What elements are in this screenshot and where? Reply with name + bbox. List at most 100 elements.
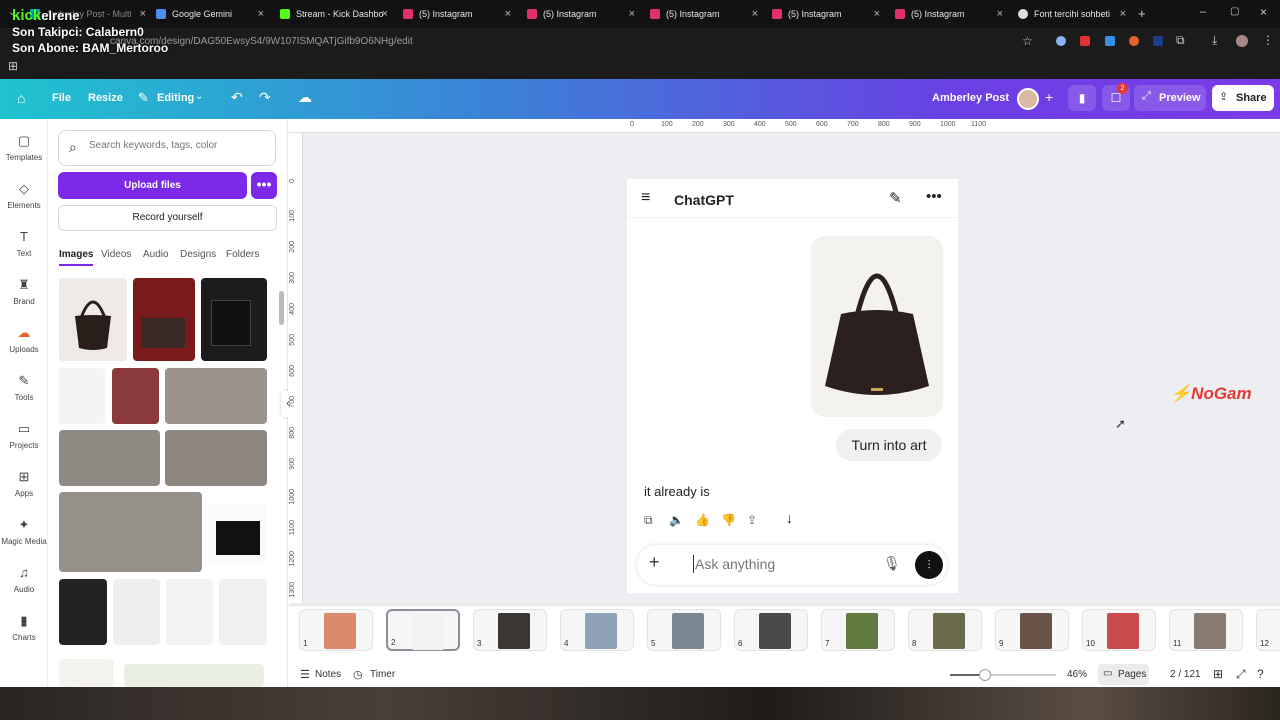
browser-tab-instagram[interactable]: (5) Instagram × [895,4,1003,24]
image-thumbnail[interactable] [165,430,267,486]
chevron-down-icon[interactable]: ⌄ [195,91,203,102]
browser-tab-gemini[interactable]: Google Gemini × [156,4,264,24]
page-thumbnail[interactable]: 9 [995,609,1069,651]
avatar[interactable] [1017,88,1039,110]
image-thumbnail[interactable] [112,368,159,424]
close-tab-icon[interactable]: × [752,8,758,20]
redo-icon[interactable]: ↷ [259,89,271,106]
extension-icon[interactable] [1080,36,1090,46]
zoom-slider[interactable] [950,669,1056,681]
tab-videos[interactable]: Videos [101,249,131,260]
close-window-icon[interactable]: × [1260,5,1267,19]
sidebar-item-magic-media[interactable]: ✦ Magic Media [0,517,48,546]
browser-tab-instagram[interactable]: (5) Instagram × [772,4,880,24]
notes-button[interactable]: Notes [315,669,341,680]
page-thumbnail[interactable]: 3 [473,609,547,651]
image-thumbnail[interactable] [133,278,195,361]
image-thumbnail[interactable] [208,503,267,563]
zoom-slider-handle[interactable] [978,669,991,681]
preview-button[interactable]: ⤢ Preview [1134,85,1206,111]
image-thumbnail[interactable] [219,579,267,645]
maximize-icon[interactable]: ▢ [1230,6,1239,17]
sidebar-item-tools[interactable]: ✎ Tools [0,373,48,402]
sidebar-item-text[interactable]: T Text [0,229,48,258]
page-thumbnail[interactable]: 2 [386,609,460,651]
new-tab-icon[interactable]: + [1138,6,1146,21]
help-icon[interactable]: ? [1257,667,1264,681]
sidebar-item-brand[interactable]: ♜ Brand [0,277,48,306]
browser-tab-kick[interactable]: Stream - Kick Dashbo × [280,4,388,24]
image-thumbnail[interactable] [113,579,160,645]
sidebar-item-uploads[interactable]: ☁ Uploads [0,325,48,354]
pages-button[interactable]: ▭ Pages [1098,664,1149,685]
page-thumbnail[interactable]: 11 [1169,609,1243,651]
tab-audio[interactable]: Audio [143,249,169,260]
browser-tab-instagram[interactable]: (5) Instagram × [650,4,758,24]
page-thumbnail[interactable]: 12 [1256,609,1280,651]
close-tab-icon[interactable]: × [382,8,388,20]
sidebar-item-elements[interactable]: ◇ Elements [0,181,48,210]
close-tab-icon[interactable]: × [258,8,264,20]
search-input[interactable] [89,140,259,151]
panel-scrollbar[interactable] [279,291,284,325]
close-tab-icon[interactable]: × [505,8,511,20]
timer-button[interactable]: Timer [370,669,395,680]
avatar[interactable] [1236,35,1248,47]
extension-icon[interactable] [1056,36,1066,46]
image-thumbnail[interactable] [59,492,202,572]
page-thumbnail[interactable]: 10 [1082,609,1156,651]
notes-icon[interactable]: ☰ [300,668,310,681]
apps-grid-icon[interactable]: ⊞ [8,59,18,73]
image-thumbnail[interactable] [124,664,264,687]
zoom-level[interactable]: 46% [1067,669,1087,680]
cloud-save-icon[interactable]: ☁ [298,89,312,106]
home-icon[interactable]: ⌂ [17,90,25,106]
star-icon[interactable]: ☆ [1022,34,1033,48]
undo-icon[interactable]: ↶ [231,89,243,106]
image-thumbnail[interactable] [59,579,107,645]
menu-icon[interactable]: ⋮ [1262,33,1274,47]
sidebar-item-charts[interactable]: ▮ Charts [0,613,48,642]
share-button[interactable]: ⇪ Share [1212,85,1274,111]
sidebar-item-audio[interactable]: ♫ Audio [0,565,48,594]
image-thumbnail[interactable] [201,278,267,361]
page-thumbnail[interactable]: 1 [299,609,373,651]
design-title[interactable]: Amberley Post [932,92,1009,104]
image-thumbnail[interactable] [59,368,105,424]
sidebar-item-projects[interactable]: ▭ Projects [0,421,48,450]
close-tab-icon[interactable]: × [1120,8,1126,20]
image-thumbnail[interactable] [59,659,114,687]
image-thumbnail[interactable] [165,368,267,424]
page-count[interactable]: 2 / 121 [1170,669,1201,680]
tab-images[interactable]: Images [59,249,94,266]
grid-view-icon[interactable]: ⊞ [1213,667,1223,681]
record-yourself-button[interactable]: Record yourself [58,205,277,231]
image-thumbnail[interactable] [59,278,127,361]
page-thumbnail[interactable]: 8 [908,609,982,651]
page-thumbnail[interactable]: 6 [734,609,808,651]
sidebar-item-templates[interactable]: ▢ Templates [0,133,48,162]
page-thumbnail[interactable]: 5 [647,609,721,651]
upload-more-button[interactable]: ••• [251,172,277,199]
timer-icon[interactable]: ◷ [353,668,363,681]
puzzle-icon[interactable]: ⧉ [1176,33,1185,48]
design-page[interactable]: ≡ ChatGPT ✎ ••• Turn into art it already… [627,179,958,593]
fullscreen-icon[interactable]: ⤢ [1236,667,1246,682]
editing-mode-button[interactable]: Editing [157,92,194,104]
tab-folders[interactable]: Folders [226,249,259,260]
close-tab-icon[interactable]: × [997,8,1003,20]
tab-designs[interactable]: Designs [180,249,216,260]
extension-icon[interactable] [1129,36,1139,46]
close-tab-icon[interactable]: × [874,8,880,20]
file-menu[interactable]: File [52,92,71,104]
resize-button[interactable]: Resize [88,92,123,104]
image-thumbnail[interactable] [59,430,160,486]
close-tab-icon[interactable]: × [629,8,635,20]
minimize-icon[interactable]: – [1200,6,1206,18]
photoshop-icon[interactable] [1153,36,1163,46]
upload-files-button[interactable]: Upload files [58,172,247,199]
page-thumbnail[interactable]: 4 [560,609,634,651]
browser-tab-font[interactable]: Font tercihi sohbeti × [1018,4,1126,24]
sidebar-item-apps[interactable]: ⊞ Apps [0,469,48,498]
image-thumbnail[interactable] [166,579,213,645]
